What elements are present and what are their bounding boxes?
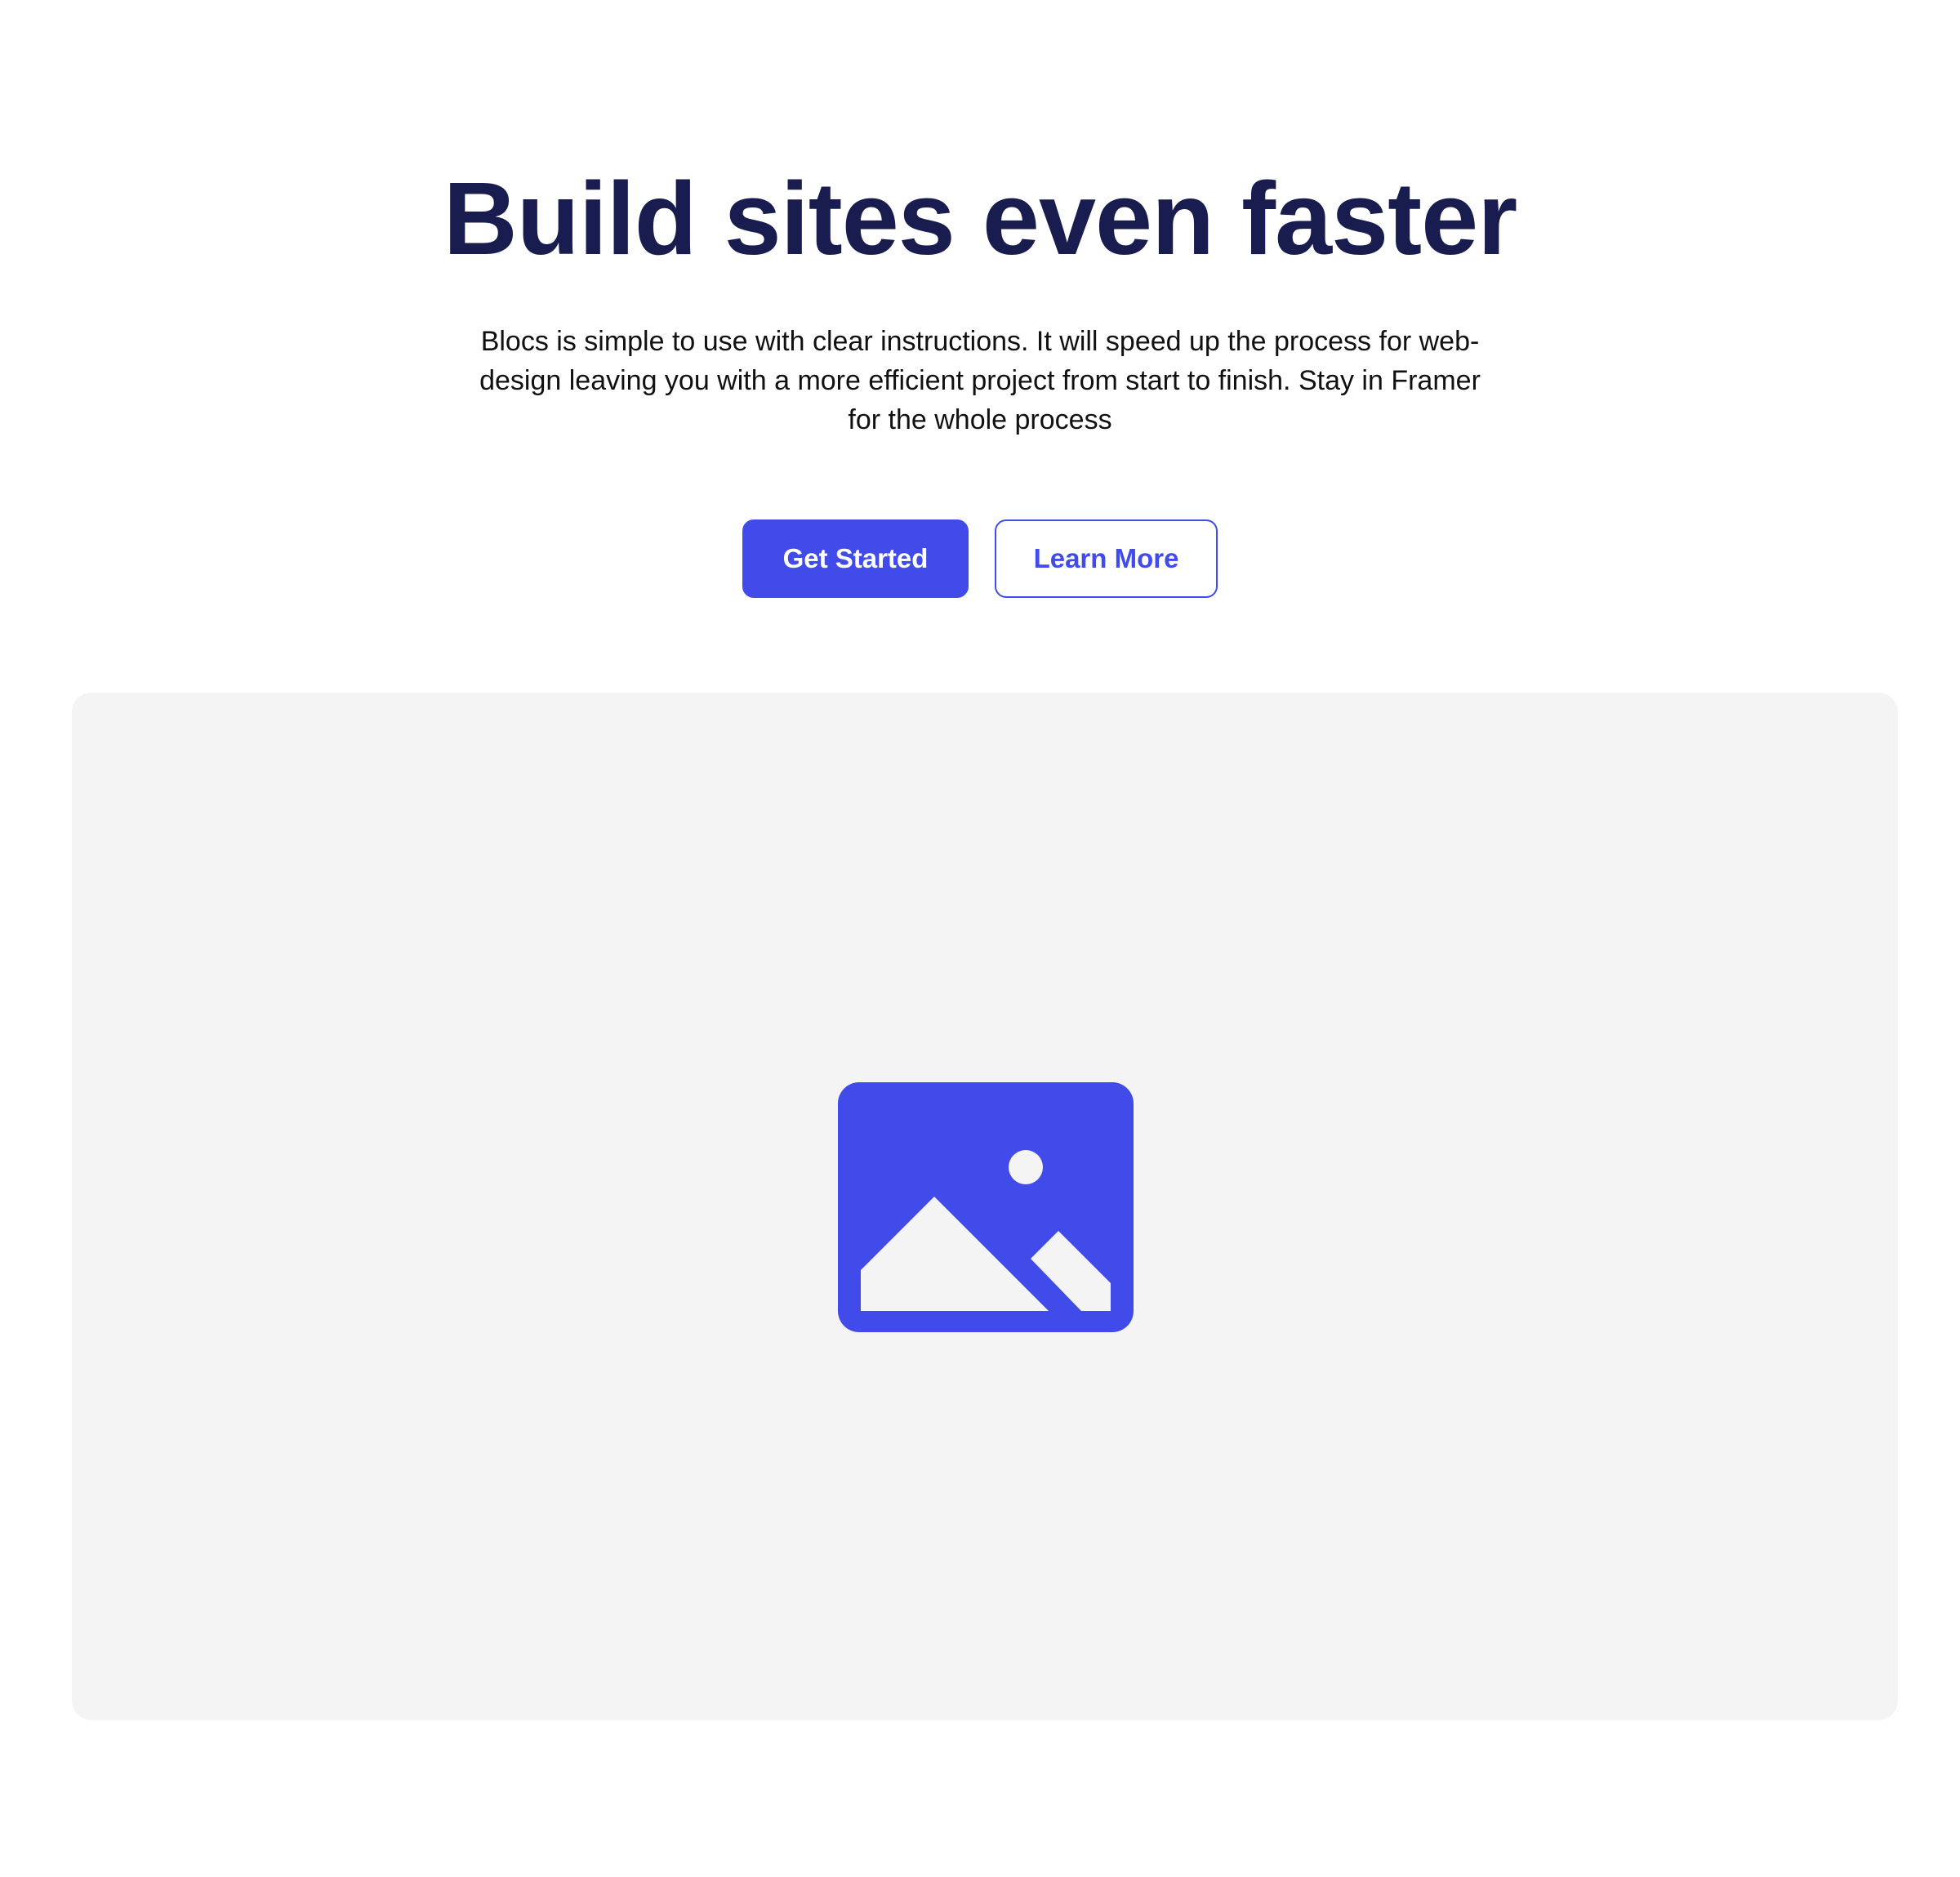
learn-more-button[interactable]: Learn More [995,519,1218,598]
hero-section: Build sites even faster Blocs is simple … [0,0,1960,598]
hero-description: Blocs is simple to use with clear instru… [479,326,1481,435]
page-title: Build sites even faster [443,161,1518,276]
get-started-button[interactable]: Get Started [742,519,969,598]
hero-actions: Get Started Learn More [742,519,1218,598]
image-placeholder-icon [838,1082,1134,1332]
